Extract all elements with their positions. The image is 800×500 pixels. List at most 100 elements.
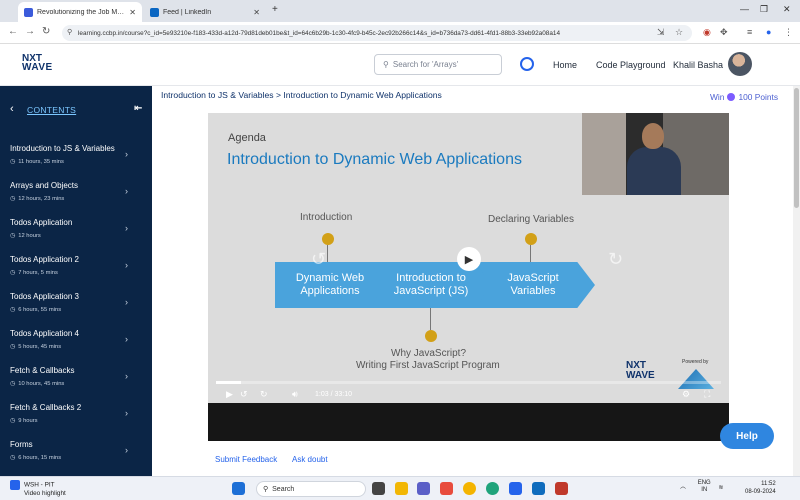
play-icon[interactable]: ▶ [226,389,233,400]
connector-line [430,308,431,330]
task-view-icon[interactable] [372,482,385,495]
sidebar-item-label: Todos Application [10,218,73,227]
avatar[interactable] [728,52,752,76]
extension-icon[interactable]: ◉ [703,27,711,38]
volume-icon[interactable]: 🔊︎ [292,389,298,400]
sidebar-item[interactable]: Todos Application ◷ 12 hours › [0,212,152,249]
fullscreen-icon[interactable]: ⛶ [704,389,710,400]
mcafee-icon[interactable] [555,482,568,495]
help-button[interactable]: Help [720,423,774,449]
sidebar-item-label: Todos Application 2 [10,255,79,264]
browser-tab-linkedin[interactable]: Feed | LinkedIn ✕ [144,2,266,22]
url-field[interactable]: ⚲ learning.ccbp.in/course?c_id=5e93210e-… [62,25,692,41]
sidebar-item[interactable]: Forms ◷ 6 hours, 15 mins › [0,434,152,471]
sidebar-item[interactable]: Fetch & Callbacks ◷ 10 hours, 45 mins › [0,360,152,397]
duration-text: 12 hours, 23 mins [18,195,65,202]
search-icon: ⚲ [383,60,389,69]
language-indicator[interactable]: ENG IN [698,480,711,494]
file-explorer-icon[interactable] [395,482,408,495]
user-name[interactable]: Khalil Basha [673,60,723,70]
start-menu-icon[interactable] [232,482,245,495]
taskbar-notification[interactable]: WSH - PIT Video highlight [10,480,66,498]
reading-list-icon[interactable]: ≡ [747,27,752,37]
browser-tab-title: Revolutionizing the Job Market [37,8,126,16]
search-input[interactable]: ⚲ Search for 'Arrays' [374,54,502,75]
extensions-puzzle-icon[interactable]: ✥ [720,27,728,38]
bookmark-star-icon[interactable]: ☆ [675,27,683,38]
linkedin-favicon-icon [150,7,159,17]
submit-feedback-link[interactable]: Submit Feedback [215,455,277,464]
duration-text: 6 hours, 15 mins [18,454,62,461]
chevron-right-icon: › [125,260,128,270]
sidebar-item[interactable]: Todos Application 3 ◷ 6 hours, 55 mins › [0,286,152,323]
sidebar-item-label: Forms [10,440,33,449]
back-icon[interactable]: ← [8,26,18,37]
app-header: NXT WAVE ⚲ Search for 'Arrays' Home Code… [0,44,800,86]
clock-icon: ◷ [10,159,16,165]
nav-home[interactable]: Home [553,60,577,70]
breadcrumb: Introduction to JS & Variables > Introdu… [161,90,442,100]
site-info-icon[interactable]: ⚲ [67,28,72,36]
close-window-icon[interactable]: ✕ [783,4,791,15]
outlook-icon[interactable] [532,482,545,495]
sidebar-item[interactable]: Arrays and Objects ◷ 12 hours, 23 mins › [0,175,152,212]
reload-icon[interactable]: ↻ [42,26,50,37]
system-tray[interactable]: ︿ ENG IN ≋ [680,480,723,494]
sidebar-item-label: Fetch & Callbacks 2 [10,403,82,412]
nav-code-playground[interactable]: Code Playground [596,60,666,70]
sidebar-item[interactable]: Fetch & Callbacks 2 ◷ 9 hours › [0,397,152,434]
wifi-icon[interactable]: ≋ [718,485,723,491]
rewind-icon[interactable]: ↺ [240,389,248,400]
sidebar-item-label: Fetch & Callbacks [10,366,75,375]
slide-label-why-js: Why JavaScript? [391,348,467,359]
collapse-sidebar-icon[interactable]: ⇤ [134,103,142,114]
close-tab-icon[interactable]: ✕ [129,8,136,17]
sidebar-item[interactable]: Todos Application 4 ◷ 5 hours, 45 mins › [0,323,152,360]
sidebar-item[interactable]: Introduction to JS & Variables ◷ 11 hours… [0,138,152,175]
breadcrumb-course[interactable]: Introduction to JS & Variables [161,90,274,100]
win-label: Win [710,92,725,102]
close-tab-icon[interactable]: ✕ [253,8,260,17]
chrome-icon[interactable] [463,482,476,495]
rewind-10-icon[interactable]: ↺ [311,249,326,270]
nxtwave-logo[interactable]: NXT WAVE [22,54,53,73]
chevron-left-icon[interactable]: ‹ [10,103,14,115]
clock-icon: ◷ [10,381,16,387]
play-button[interactable]: ▶ [457,247,481,271]
app-icon[interactable] [440,482,453,495]
forward-icon[interactable]: → [25,26,35,37]
store-icon[interactable] [509,482,522,495]
taskbar-search[interactable]: ⚲ Search [256,481,366,497]
slide-title: Introduction to Dynamic Web Applications [227,151,522,168]
edge-icon[interactable] [486,482,499,495]
contents-title[interactable]: CONTENTS [27,105,76,115]
chevron-up-icon[interactable]: ︿ [680,485,686,491]
browser-tab-title: Feed | LinkedIn [163,8,212,16]
page-scrollbar[interactable] [793,86,800,476]
clock-icon: ◷ [10,270,16,276]
scrollbar-thumb[interactable] [794,88,799,208]
browser-tab-active[interactable]: Revolutionizing the Job Market ✕ [18,2,142,22]
forward-10-icon[interactable]: ↻ [608,249,623,270]
streak-icon[interactable] [520,57,534,71]
profile-icon[interactable]: ● [766,27,771,37]
settings-gear-icon[interactable]: ⚙ [682,389,690,400]
minimize-icon[interactable]: — [740,4,749,14]
sidebar-item-duration: ◷ 6 hours, 55 mins [10,306,61,314]
maximize-icon[interactable]: ❐ [760,4,768,15]
step-label: JavaScript Variables [507,272,559,297]
new-tab-button[interactable]: + [272,4,278,15]
video-progress-bar[interactable] [216,381,721,384]
clock-icon: ◷ [10,233,16,239]
taskbar-clock[interactable]: 11:52 08-09-2024 [745,480,776,496]
forward-icon[interactable]: ↻ [260,389,268,400]
sidebar-item[interactable]: Todos Application 2 ◷ 7 hours, 5 mins › [0,249,152,286]
install-icon[interactable]: ⇲ [657,27,665,38]
slide-agenda-label: Agenda [228,132,266,144]
chevron-right-icon: › [125,408,128,418]
video-player[interactable]: Agenda Introduction to Dynamic Web Appli… [208,113,729,441]
teams-icon[interactable] [417,482,430,495]
ask-doubt-link[interactable]: Ask doubt [292,455,328,464]
duration-text: 7 hours, 5 mins [18,269,58,276]
menu-dots-icon[interactable]: ⋮ [784,27,793,38]
